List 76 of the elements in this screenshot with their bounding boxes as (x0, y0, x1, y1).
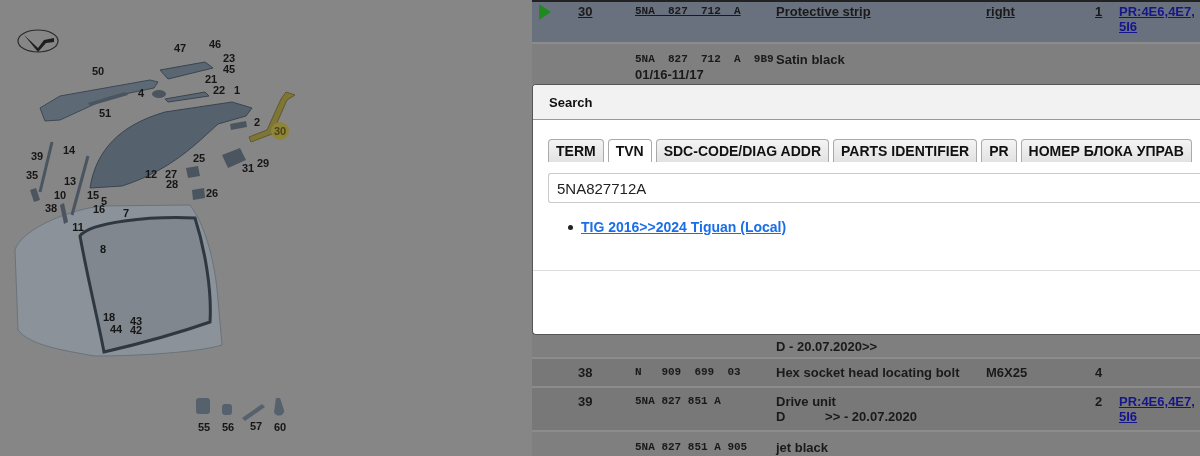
part-description: Satin black (776, 52, 846, 67)
part-row[interactable]: 39 5NA 827 851 A Drive unit D >> - 20.07.2020 2 PR:4E6,4E7, 5I6 (532, 388, 1200, 432)
callout-number[interactable]: 57 (249, 420, 263, 432)
callout-number[interactable]: 7 (122, 207, 130, 219)
callout-number[interactable]: 50 (91, 65, 105, 77)
callout-number[interactable]: 45 (222, 63, 236, 75)
quantity: 1 (1095, 4, 1103, 19)
callout-number[interactable]: 10 (53, 189, 67, 201)
search-tab[interactable]: TERM (548, 139, 604, 162)
position-number: 30 (578, 4, 593, 19)
quantity: 2 (1095, 394, 1103, 409)
part-remark: M6X25 (986, 365, 1028, 380)
part-number: 5NA 827 851 A (635, 394, 722, 409)
callout-number[interactable]: 42 (129, 324, 143, 336)
date-range: 01/16-11/17 (635, 67, 705, 82)
callout-number[interactable]: 29 (256, 157, 270, 169)
pr-code-link[interactable]: PR:4E6,4E7, 5I6 (1119, 4, 1200, 34)
callout-number[interactable]: 31 (241, 162, 255, 174)
search-field[interactable]: 5NA827712A (548, 173, 1200, 203)
callout-number[interactable]: 27 (164, 168, 178, 180)
search-tab[interactable]: НОМЕР БЛОКА УПРАВ (1020, 139, 1192, 162)
callout-number[interactable]: 21 (204, 73, 218, 85)
callout-number[interactable]: 25 (192, 152, 206, 164)
search-tab[interactable]: PR (981, 139, 1017, 162)
callout-number[interactable]: 4 (137, 87, 145, 99)
pr-code-link[interactable]: PR:4E6,4E7, 5I6 (1119, 394, 1200, 424)
search-tab[interactable]: PARTS IDENTIFIER (833, 139, 978, 162)
result-link[interactable]: TIG 2016>>2024 Tiguan (Local) (581, 219, 787, 235)
callout-number[interactable]: 51 (98, 107, 112, 119)
callout-number[interactable]: 43 (129, 315, 143, 327)
part-number: N 909 699 03 (635, 365, 742, 380)
callout-number[interactable]: 18 (102, 311, 116, 323)
callout-number[interactable]: 13 (63, 175, 77, 187)
position-number: 39 (578, 394, 593, 409)
compass-icon (17, 29, 59, 53)
callout-number[interactable]: 35 (25, 169, 39, 181)
bullet-icon (568, 224, 573, 230)
callout-number[interactable]: 28 (165, 178, 179, 190)
quantity: 4 (1095, 365, 1103, 380)
callout-number[interactable]: 44 (109, 323, 123, 335)
search-tab[interactable]: TVN (607, 139, 652, 162)
callout-number[interactable]: 1 (233, 84, 241, 96)
callout-number[interactable]: 38 (44, 202, 58, 214)
part-number: 5NA 827 712 A 9B9 (635, 52, 775, 67)
callout-number[interactable]: 30 (273, 125, 287, 137)
callout-number[interactable]: 60 (273, 421, 287, 433)
callout-number[interactable]: 47 (173, 42, 187, 54)
callout-number[interactable]: 14 (62, 144, 76, 156)
part-description: D - 20.07.2020>> (776, 339, 879, 354)
callout-number[interactable]: 11 (72, 221, 84, 233)
callout-number[interactable]: 2 (253, 116, 261, 128)
position-number: 38 (578, 365, 593, 380)
part-description: jet black (776, 440, 830, 455)
date-note: D >> - 20.07.2020 (776, 409, 918, 424)
callout-number[interactable]: 23 (222, 52, 236, 64)
part-row[interactable]: 38 N 909 699 03 Hex socket head locating bolt M6X25 4 (532, 359, 1200, 388)
callout-number[interactable]: 15 (86, 189, 100, 201)
part-number: 5NA 827 851 A 905 (635, 440, 749, 455)
dialog-title: Search (549, 94, 593, 110)
callout-number[interactable]: 55 (197, 421, 211, 433)
callout-number[interactable]: 12 (144, 168, 158, 180)
callout-number[interactable]: 46 (208, 38, 222, 50)
callout-number[interactable]: 56 (221, 421, 235, 433)
protective-strip-drawing (248, 91, 296, 143)
part-description: Drive unit (776, 394, 837, 409)
play-icon (539, 4, 551, 20)
callout-number[interactable]: 22 (212, 84, 226, 96)
part-remark: right (986, 4, 1015, 19)
part-description: Hex socket head locating bolt (776, 365, 961, 380)
callout-number[interactable]: 8 (99, 243, 107, 255)
search-tab[interactable]: SDC-CODE/DIAG ADDR (655, 139, 830, 162)
callout-number[interactable]: 39 (30, 150, 44, 162)
selected-part-row[interactable]: 30 5NA 827 712 A Protective strip right 1 PR:4E6,4E7, 5I6 (532, 2, 1200, 44)
callout-number[interactable]: 26 (205, 187, 219, 199)
part-number: 5NA 827 712 A (635, 4, 742, 19)
part-description: Protective strip (776, 4, 872, 19)
